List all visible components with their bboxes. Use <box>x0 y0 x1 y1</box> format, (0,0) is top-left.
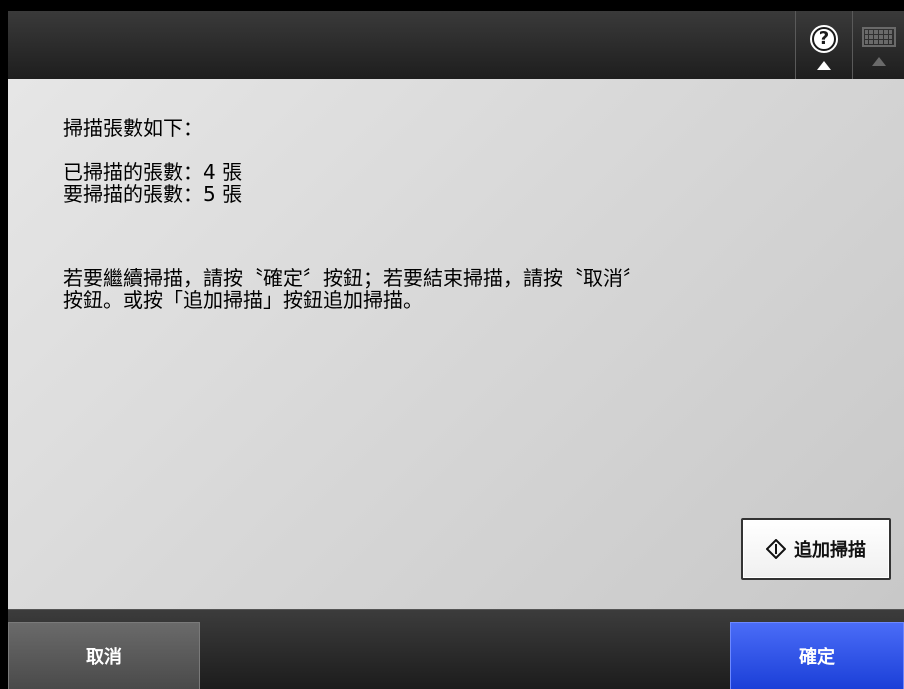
scanned-label: 已掃描的張數： <box>63 160 203 184</box>
scanned-unit: 張 <box>222 160 243 184</box>
ok-label: 確定 <box>799 647 835 668</box>
keyboard-icon <box>861 27 896 47</box>
keyboard-button[interactable] <box>853 11 904 79</box>
instruction-line-2: 按鈕。或按「追加掃描」按鈕追加掃描。 <box>63 288 423 312</box>
bottom-bar: 取消 確定 <box>8 609 904 689</box>
triangle-up-icon <box>871 57 886 66</box>
to-scan-label: 要掃描的張數： <box>63 182 203 206</box>
message-panel: 掃描張數如下： 已掃描的張數：4 張 要掃描的張數：5 張 若要繼續掃描，請按〝… <box>8 79 904 609</box>
add-scan-button[interactable]: 追加掃描 <box>741 518 891 580</box>
screen: ? 掃描張數如下： 已掃描的張數：4 張 要掃描的張數：5 張 若要繼續掃描，請… <box>8 11 904 689</box>
intro-text: 掃描張數如下： <box>63 116 203 140</box>
to-scan-count: 5 <box>203 182 216 206</box>
cancel-button[interactable]: 取消 <box>8 622 200 689</box>
help-icon: ? <box>810 25 838 53</box>
help-icon-symbol: ? <box>812 27 836 51</box>
top-bar: ? <box>8 11 904 79</box>
help-button[interactable]: ? <box>796 11 852 79</box>
scanned-count-line: 已掃描的張數：4 張 <box>63 161 242 183</box>
to-scan-unit: 張 <box>222 182 243 206</box>
to-scan-count-line: 要掃描的張數：5 張 <box>63 183 242 205</box>
triangle-up-icon <box>817 61 831 70</box>
diamond-start-icon <box>766 539 786 559</box>
add-scan-label: 追加掃描 <box>794 540 866 561</box>
scanned-count: 4 <box>203 160 216 184</box>
cancel-label: 取消 <box>86 647 122 668</box>
ok-button[interactable]: 確定 <box>730 622 904 689</box>
instruction-line-1: 若要繼續掃描，請按〝確定〞按鈕；若要結束掃描，請按〝取消〞 <box>63 266 643 290</box>
